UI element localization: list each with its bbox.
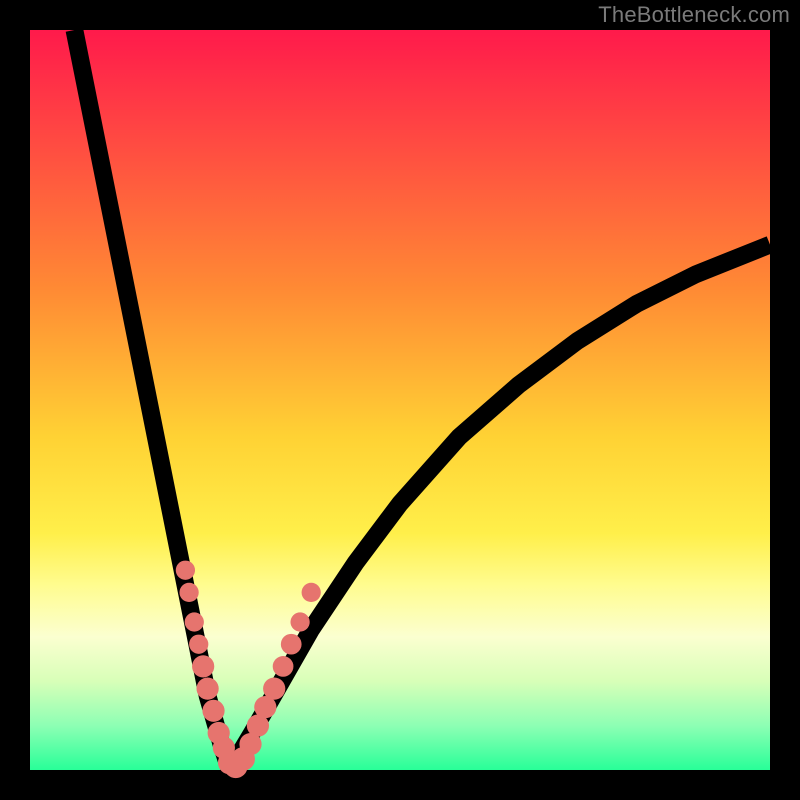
bead: [302, 583, 321, 602]
bead: [263, 678, 285, 700]
bead: [290, 612, 309, 631]
curve-right: [230, 245, 770, 770]
bead: [281, 634, 302, 655]
chart-svg: [30, 30, 770, 770]
bead: [176, 561, 195, 580]
bead: [192, 655, 214, 677]
bead: [179, 583, 198, 602]
beads-group: [176, 561, 321, 779]
bead: [197, 678, 219, 700]
bead: [202, 700, 224, 722]
chart-frame: TheBottleneck.com: [0, 0, 800, 800]
bead: [273, 656, 294, 677]
watermark-text: TheBottleneck.com: [598, 2, 790, 28]
bead: [185, 612, 204, 631]
plot-area: [30, 30, 770, 770]
bead: [189, 635, 208, 654]
